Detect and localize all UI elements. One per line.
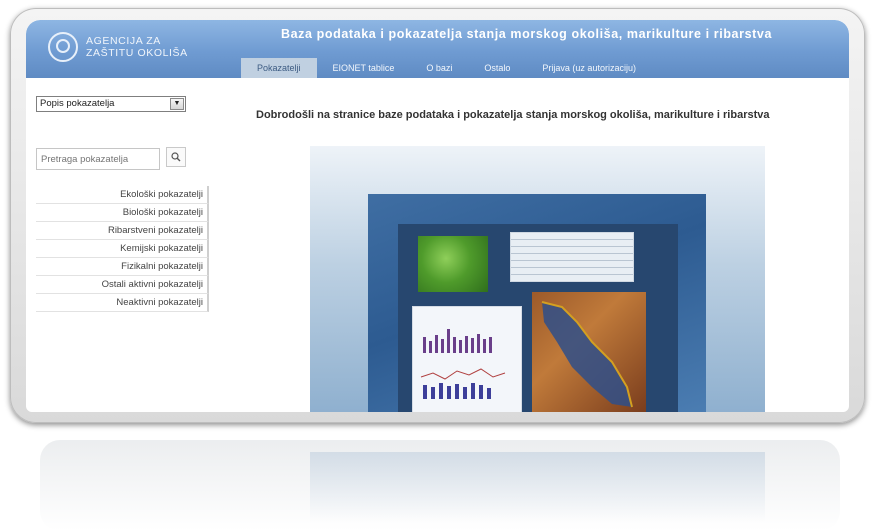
indicator-category-list: Ekološki pokazatelji Biološki pokazatelj… — [36, 186, 209, 312]
site-header: AGENCIJA ZA ZAŠTITU OKOLIŠA Baza podatak… — [26, 20, 849, 78]
nav-tab-ostalo[interactable]: Ostalo — [468, 58, 526, 78]
sidebar-item-ribarstveni[interactable]: Ribarstveni pokazatelji — [36, 222, 209, 240]
nav-tab-eionet-tablice[interactable]: EIONET tablice — [317, 58, 411, 78]
welcome-heading: Dobrodošli na stranice baze podataka i p… — [256, 109, 770, 121]
hero-map-thumbnail — [532, 292, 646, 412]
sidebar-item-bioloski[interactable]: Biološki pokazatelji — [36, 204, 209, 222]
search-input[interactable] — [36, 148, 160, 170]
indicator-list-select[interactable]: Popis pokazatelja ▼ — [36, 96, 186, 112]
nav-tab-pokazatelji[interactable]: Pokazatelji — [241, 58, 317, 78]
select-value: Popis pokazatelja — [40, 98, 115, 109]
hero-reflection-image — [310, 452, 765, 522]
browser-screen: AGENCIJA ZA ZAŠTITU OKOLIŠA Baza podatak… — [26, 20, 849, 412]
hero-data-table-thumbnail — [510, 232, 634, 282]
sidebar-item-neaktivni[interactable]: Neaktivni pokazatelji — [36, 294, 209, 312]
chevron-down-icon[interactable]: ▼ — [170, 98, 184, 110]
sidebar: Popis pokazatelja ▼ Ekološki pokazatelji… — [26, 78, 221, 412]
site-title: Baza podataka i pokazatelja stanja morsk… — [281, 27, 772, 41]
nav-tab-prijava[interactable]: Prijava (uz autorizaciju) — [526, 58, 652, 78]
nav-tab-o-bazi[interactable]: O bazi — [410, 58, 468, 78]
hero-collage-image — [310, 146, 765, 412]
hero-seagrass-photo — [418, 236, 488, 292]
sidebar-item-kemijski[interactable]: Kemijski pokazatelji — [36, 240, 209, 258]
agency-logo-icon[interactable] — [48, 32, 78, 62]
sidebar-item-fizikalni[interactable]: Fizikalni pokazatelji — [36, 258, 209, 276]
hero-bar-chart-thumbnail — [412, 306, 522, 412]
screen-reflection — [40, 440, 840, 531]
logo-line-1: AGENCIJA ZA — [86, 35, 161, 47]
main-nav: Pokazatelji EIONET tablice O bazi Ostalo… — [241, 58, 652, 78]
sidebar-item-ekoloski[interactable]: Ekološki pokazatelji — [36, 186, 209, 204]
search-button[interactable] — [166, 147, 186, 167]
sidebar-item-ostali-aktivni[interactable]: Ostali aktivni pokazatelji — [36, 276, 209, 294]
logo-line-2: ZAŠTITU OKOLIŠA — [86, 47, 188, 59]
search-icon — [171, 152, 181, 162]
agency-logo-text[interactable]: AGENCIJA ZA ZAŠTITU OKOLIŠA — [86, 35, 188, 59]
